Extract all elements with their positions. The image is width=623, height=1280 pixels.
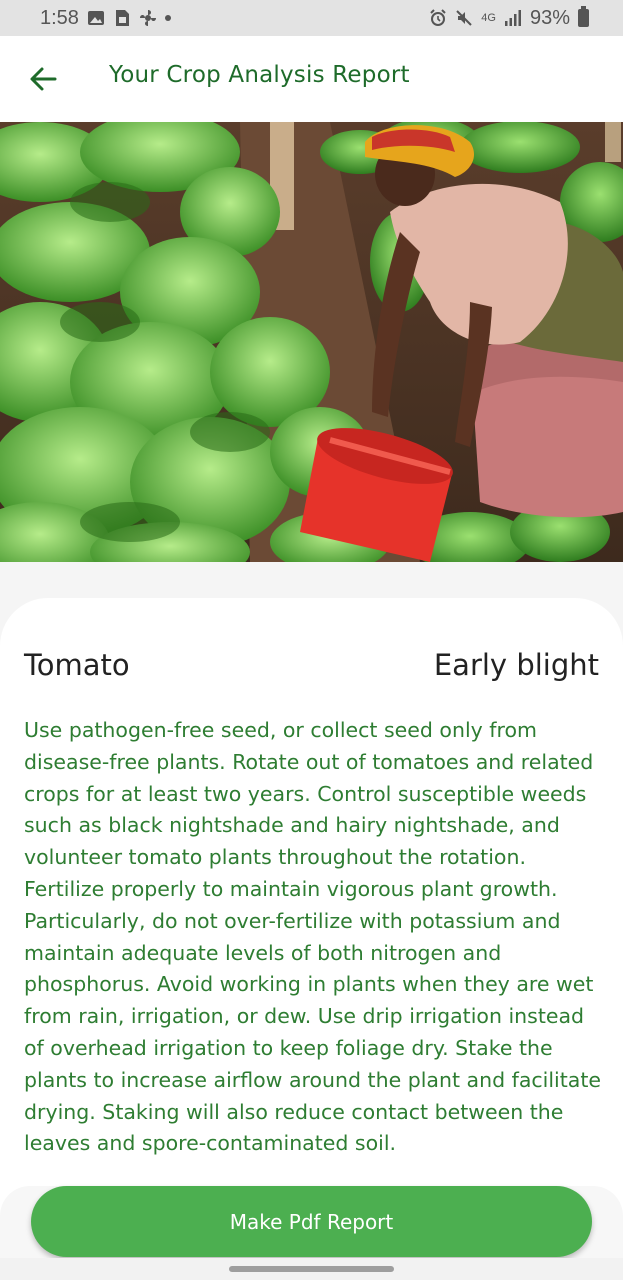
fan-icon	[139, 10, 156, 26]
arrow-left-icon	[30, 67, 57, 91]
sim-icon	[115, 10, 129, 26]
gallery-icon	[87, 11, 104, 25]
crop-name: Tomato	[24, 648, 130, 682]
network-type: 4G	[481, 12, 496, 24]
back-button[interactable]	[24, 60, 62, 98]
home-indicator[interactable]	[229, 1266, 394, 1272]
signal-icon	[504, 10, 521, 26]
alarm-icon	[430, 9, 446, 26]
make-pdf-report-button[interactable]: Make Pdf Report	[31, 1186, 592, 1257]
disease-name: Early blight	[433, 648, 599, 682]
mute-icon	[456, 10, 472, 26]
hero-image	[0, 122, 623, 562]
battery-percent: 93%	[529, 6, 570, 29]
treatment-description: Use pathogen-free seed, or collect seed …	[24, 718, 601, 1156]
status-time: 1:58	[40, 6, 79, 29]
status-left: 1:58	[40, 7, 171, 30]
status-right: 4G 93%	[429, 6, 589, 30]
page-title: Your Crop Analysis Report	[109, 62, 410, 88]
status-bar: 1:58 4G 93%	[0, 0, 623, 36]
battery-icon	[578, 6, 589, 27]
app-bar: Your Crop Analysis Report	[0, 36, 623, 122]
make-pdf-report-label: Make Pdf Report	[229, 1209, 394, 1234]
notification-dot-icon	[164, 15, 171, 21]
farm-illustration	[0, 122, 623, 562]
